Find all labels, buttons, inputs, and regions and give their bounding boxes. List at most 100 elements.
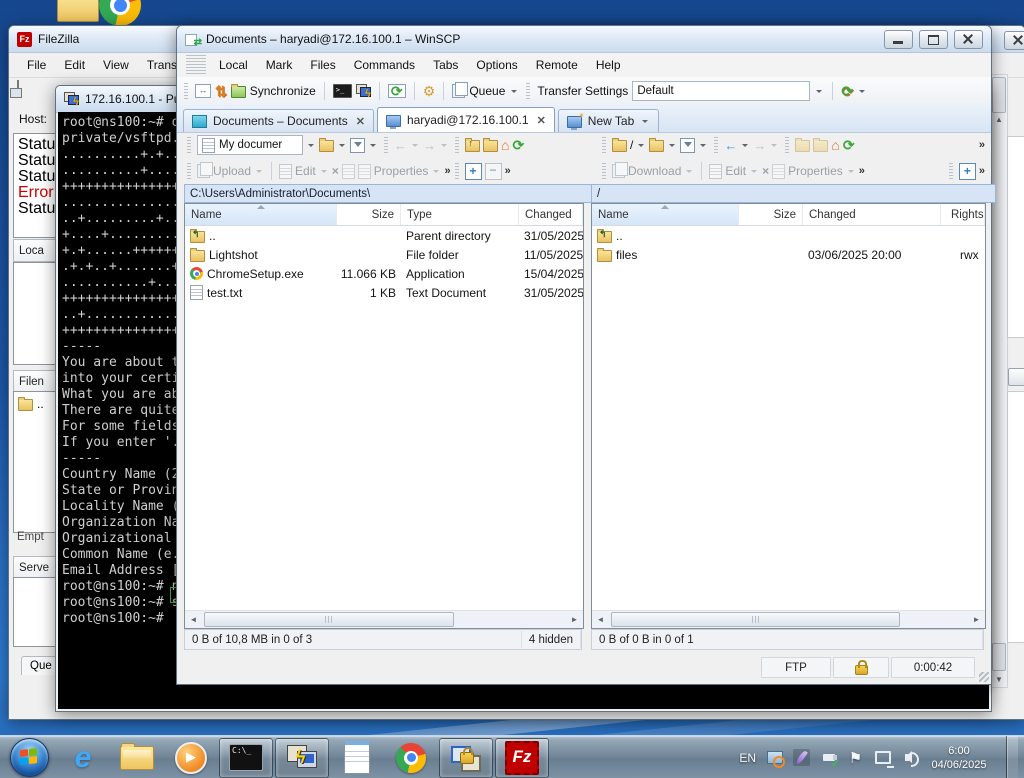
transfer-options-icon[interactable]: ⟳ [841,83,853,100]
queue-button[interactable]: Queue [452,84,519,98]
parent-dir-row[interactable]: .. [37,397,44,411]
filter-dropdown[interactable] [370,144,376,150]
local-hidden-count[interactable]: 4 hidden [522,631,581,648]
column-header-changed[interactable]: Changed [803,204,941,225]
local-file-list[interactable]: .. Parent directory 31/05/2025 Lightshot… [185,226,583,610]
open-directory-dropdown[interactable] [339,144,345,150]
remote-address-combo[interactable]: / [630,138,633,152]
filter-icon[interactable] [680,138,695,153]
toolbar-overflow-chevron[interactable]: » [444,165,448,177]
toolbar-overflow-chevron[interactable]: » [979,139,991,151]
remote-file-panel[interactable]: Name Size Changed Rights .. files 03/06/… [591,203,986,629]
tab-new-tab[interactable]: New Tab [558,109,659,132]
menu-options[interactable]: Options [468,56,525,74]
minimize-button[interactable] [884,30,913,49]
action-center-flag-icon[interactable]: ⚑ [847,749,864,766]
tab-session-haryadi[interactable]: haryadi@172.16.100.1 ✕ [377,107,555,132]
start-button[interactable] [6,738,52,778]
add-column-button[interactable]: + [959,163,976,180]
home-directory-icon[interactable]: ⌂ [501,139,509,152]
remote-address-dropdown[interactable] [638,144,644,150]
filezilla-close-button[interactable] [1004,31,1024,50]
preferences-gear-icon[interactable]: ⚙ [423,84,436,98]
upload-icon[interactable] [197,164,210,178]
open-directory-icon[interactable] [649,140,664,152]
remote-file-list[interactable]: .. files 03/06/2025 20:00 rwx [592,226,985,610]
back-icon[interactable]: ← [724,139,737,152]
add-column-button[interactable]: + [465,163,482,180]
root-directory-icon[interactable] [483,140,498,152]
local-address-dropdown[interactable] [308,144,314,150]
screenshot-tray-icon[interactable] [766,749,783,766]
transfer-settings-combo[interactable]: Default [632,81,810,101]
file-row[interactable]: files 03/06/2025 20:00 rwx [592,245,985,264]
taskbar-filezilla[interactable]: Fz [495,738,549,778]
show-desktop-button[interactable] [1006,736,1018,778]
column-header-type[interactable]: Type [401,204,519,225]
filezilla-menu-file[interactable]: File [19,57,54,73]
remote-path-bar[interactable]: / [591,184,996,203]
taskbar-putty[interactable]: ϟ [275,738,329,778]
taskbar-chrome[interactable] [385,739,437,777]
open-directory-icon[interactable] [319,140,334,152]
refresh-icon[interactable]: ⟳ [512,139,524,152]
taskbar-winscp[interactable] [439,738,493,778]
delete-icon[interactable]: × [762,165,769,177]
home-directory-icon[interactable]: ⌂ [831,139,839,152]
open-putty-icon[interactable] [356,84,371,98]
refresh-panels-icon[interactable]: ⟳ [388,84,406,98]
filezilla-fragment-button[interactable] [1008,368,1024,386]
tab-documents[interactable]: Documents – Documents ✕ [183,109,374,132]
download-button[interactable]: Download [628,164,681,178]
edit-icon[interactable] [709,164,722,179]
parent-directory-icon[interactable] [465,140,480,152]
column-header-name[interactable]: Name [185,204,337,225]
column-header-size[interactable]: Size [337,204,401,225]
open-directory-dropdown[interactable] [669,144,675,150]
open-console-icon[interactable]: >_ [333,84,352,98]
refresh-icon[interactable]: ⟳ [843,139,855,152]
properties-button[interactable]: Properties [374,164,429,178]
local-address-combo[interactable]: My documer [197,135,303,155]
menu-local[interactable]: Local [211,56,256,74]
desktop-chrome-icon[interactable] [99,0,141,26]
filezilla-vertical-scrollbar[interactable]: ▲ ▼ [990,74,1008,688]
synchronize-browsing-icon[interactable]: ⇅ [215,83,227,100]
taskbar-media-player[interactable]: ▶ [165,739,217,777]
menu-tabs[interactable]: Tabs [425,56,466,74]
winscp-titlebar[interactable]: Documents – haryadi@172.16.100.1 – WinSC… [177,26,991,53]
site-manager-icon[interactable] [17,81,19,95]
tab-close-icon[interactable]: ✕ [354,115,365,128]
local-path-bar[interactable]: C:\Users\Administrator\Documents\ [184,184,594,203]
lightshot-feather-icon[interactable] [793,749,810,766]
toolbar-overflow-chevron[interactable]: » [505,165,509,177]
encryption-cell[interactable] [833,657,889,678]
column-header-name[interactable]: Name [592,204,739,225]
edit-button[interactable]: Edit [725,164,746,178]
toolbar-overflow-chevron[interactable]: » [859,165,863,177]
toolbar-overflow-chevron[interactable]: » [979,165,991,177]
file-row[interactable]: .. Parent directory 31/05/2025 [185,226,583,245]
column-header-rights[interactable]: Rights [941,204,985,225]
tab-close-icon[interactable]: ✕ [535,114,546,127]
menu-remote[interactable]: Remote [528,56,586,74]
column-header-changed[interactable]: Changed [519,204,583,225]
forward-icon[interactable]: → [753,139,766,152]
forward-icon[interactable]: → [423,139,436,152]
file-row[interactable]: test.txt 1 KB Text Document 31/05/2025 [185,283,583,302]
remote-horizontal-scrollbar[interactable]: ◄ ► [592,610,985,628]
transfer-settings-dropdown[interactable] [816,90,822,96]
taskbar-internet-explorer[interactable]: e [57,739,109,777]
usb-safely-remove-icon[interactable] [820,749,837,766]
local-file-panel[interactable]: Name Size Type Changed .. Parent directo… [184,203,584,629]
close-button[interactable] [954,30,983,49]
edit-icon[interactable] [279,164,292,179]
filezilla-menu-view[interactable]: View [95,57,137,73]
properties-button[interactable]: Properties [788,164,843,178]
new-tab-dropdown[interactable] [642,120,648,126]
parent-directory-icon[interactable] [795,140,810,152]
rename-icon[interactable] [772,164,785,179]
volume-icon[interactable] [901,749,918,766]
transfer-options-dropdown[interactable] [859,90,865,96]
maximize-button[interactable] [919,30,948,49]
